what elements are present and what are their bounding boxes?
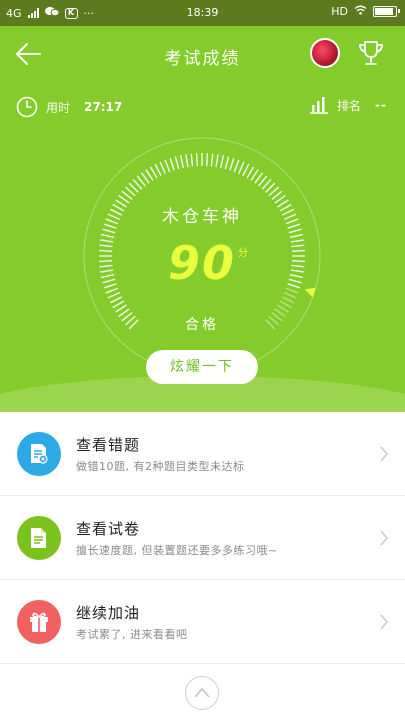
- item-icon-badge: [17, 432, 61, 476]
- hd-label: HD: [331, 5, 348, 18]
- rank-label: 排名: [337, 98, 362, 113]
- rank-stat: 排名 --: [309, 96, 387, 114]
- pass-status: 合格: [185, 317, 219, 333]
- gift-icon: [30, 612, 48, 632]
- score-unit: 分: [238, 248, 248, 259]
- chevron-up-icon: [194, 687, 210, 698]
- item-title: 查看错题: [76, 436, 141, 454]
- document-icon: [31, 528, 46, 548]
- page-title: 考试成绩: [164, 49, 241, 69]
- clock-icon: [16, 96, 38, 118]
- item-icon-badge: [17, 516, 61, 560]
- score-panel: 木仓车神 90 分 合格: [82, 136, 322, 376]
- trophy-button[interactable]: [356, 38, 386, 68]
- item-subtitle: 考试累了, 进来看看吧: [76, 628, 188, 641]
- wifi-icon: [354, 5, 367, 18]
- list-item-keep-going[interactable]: 继续加油 考试累了, 进来看看吧: [0, 580, 405, 664]
- rank-value: --: [375, 98, 387, 112]
- item-title: 查看试卷: [76, 520, 141, 538]
- duration-value: 27:17: [84, 100, 123, 114]
- item-icon-badge: [17, 600, 61, 644]
- item-title: 继续加油: [76, 604, 141, 622]
- battery-icon: [373, 6, 400, 17]
- user-title: 木仓车神: [162, 207, 242, 227]
- score-value: 90: [167, 236, 236, 290]
- item-subtitle: 擅长速度题, 但装置题还要多多练习哦~: [76, 544, 278, 557]
- status-bar: 4G K ··· 18:39 HD: [0, 0, 405, 26]
- duration-stat: 用时 27:17: [16, 96, 122, 118]
- action-list: 查看错题 做错10题, 有2种题目类型未达标 查看试卷 擅长速度题, 但装置题还…: [0, 412, 405, 664]
- share-button[interactable]: 炫耀一下: [146, 350, 258, 384]
- avatar[interactable]: [310, 38, 340, 68]
- document-x-icon: [31, 444, 48, 464]
- chevron-right-icon: [380, 614, 388, 630]
- list-item-wrong-questions[interactable]: 查看错题 做错10题, 有2种题目类型未达标: [0, 412, 405, 496]
- scroll-up-button[interactable]: [185, 676, 219, 710]
- bar-chart-icon: [310, 97, 329, 114]
- item-subtitle: 做错10题, 有2种题目类型未达标: [76, 460, 245, 473]
- chevron-right-icon: [380, 530, 388, 546]
- list-item-view-paper[interactable]: 查看试卷 擅长速度题, 但装置题还要多多练习哦~: [0, 496, 405, 580]
- top-nav: 考试成绩: [0, 26, 405, 82]
- result-hero: 考试成绩 用时 27:17 排名 -- 木仓车神 90 分 合格 炫耀一下: [0, 26, 405, 412]
- duration-label: 用时: [46, 100, 71, 115]
- chevron-right-icon: [380, 446, 388, 462]
- status-bar-right: HD: [331, 5, 400, 18]
- trophy-icon: [359, 41, 383, 65]
